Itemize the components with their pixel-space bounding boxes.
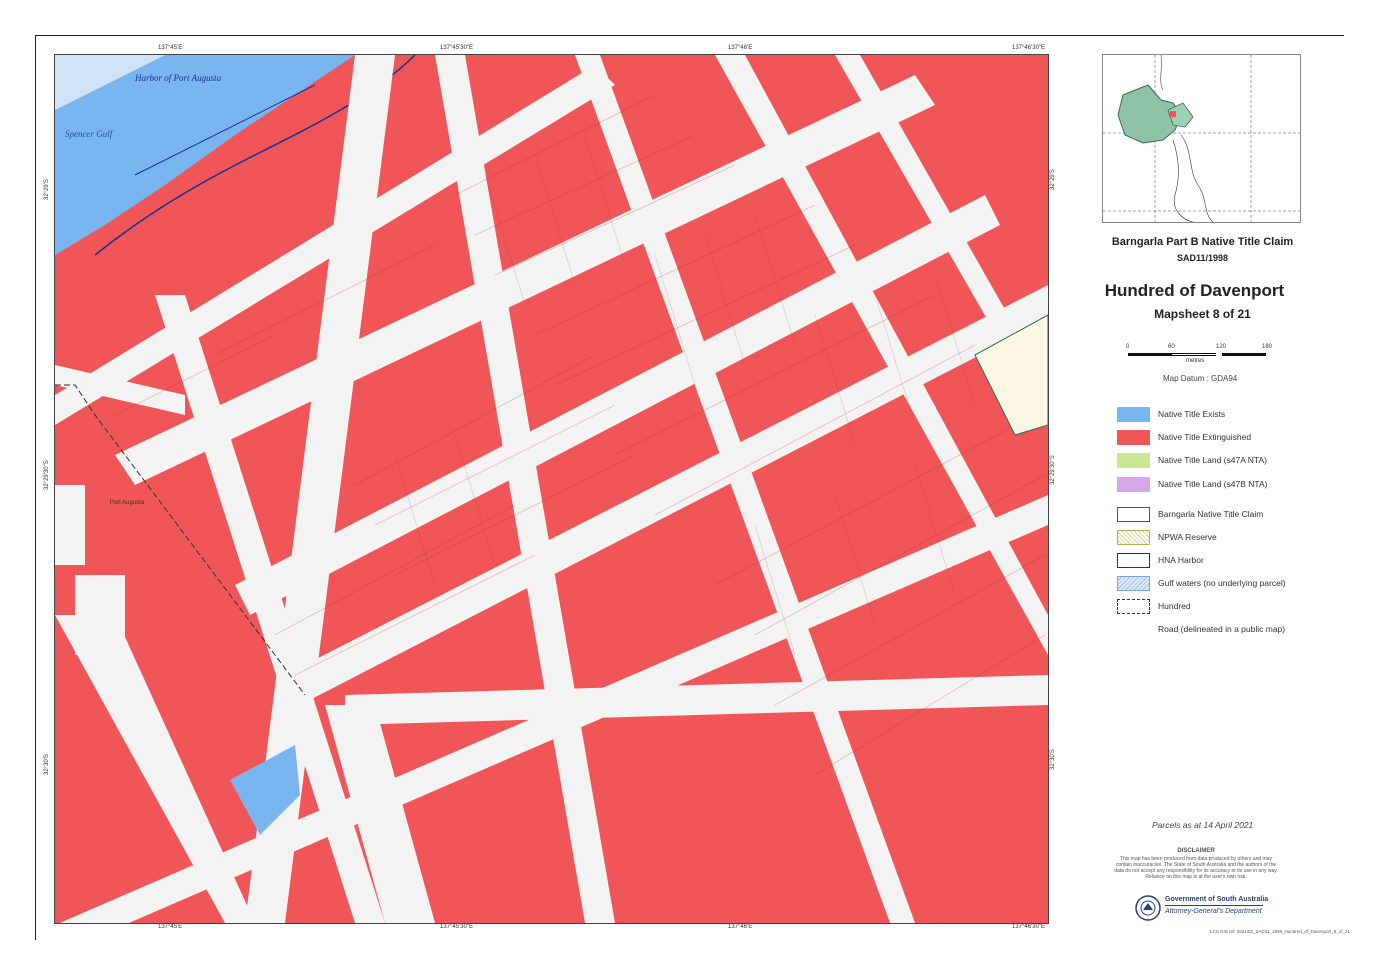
claim-title: Barngarla Part B Native Title Claim — [1111, 236, 1294, 248]
legend-swatch-green — [1117, 453, 1150, 468]
map-datum: Map Datum : GDA94 — [1163, 374, 1238, 383]
scale-tick-0: 0 — [1126, 344, 1130, 350]
gulf-label: Spencer Gulf — [65, 129, 113, 139]
scale-tick-3: 180 — [1262, 344, 1273, 350]
legend-swatch-gulf — [1117, 576, 1150, 591]
legend-s47a-land: Native Title Land (s47A NTA) — [1117, 453, 1347, 469]
parcel-map[interactable]: Harbor of Port Augusta Spencer Gulf Port… — [54, 54, 1049, 924]
gov-divider — [1165, 905, 1263, 906]
top-coord-1: 137°45'E — [158, 45, 183, 51]
legend-label: Gulf waters (no underlying parcel) — [1158, 578, 1286, 588]
legend-hundred: Hundred — [1117, 599, 1347, 615]
legend-s47b-land: Native Title Land (s47B NTA) — [1117, 477, 1347, 493]
scale-tick-1: 60 — [1168, 344, 1175, 350]
legend-label: Native Title Land (s47A NTA) — [1158, 455, 1267, 465]
hundred-title: Hundred of Davenport — [1104, 281, 1285, 300]
legend-label: Native Title Land (s47B NTA) — [1158, 479, 1268, 489]
legend-label: Hundred — [1158, 601, 1191, 611]
legend-label: NPWA Reserve — [1158, 532, 1217, 542]
disclaimer-text: This map has been produced from data pro… — [1114, 856, 1278, 880]
legend-swatch-red — [1117, 430, 1150, 445]
left-coord-2: 32°29'30"S — [44, 460, 50, 490]
legend-swatch-hundred — [1117, 599, 1150, 614]
scale-unit: metres — [1186, 358, 1205, 364]
legend-npwa-reserve: NPWA Reserve — [1117, 530, 1347, 546]
bottom-coord-2: 137°45'30"E — [440, 924, 474, 930]
frame-left — [35, 35, 36, 940]
bottom-coord-4: 137°46'30"E — [1012, 924, 1046, 930]
locator-inset-map[interactable] — [1102, 54, 1301, 223]
legend-label: Native Title Extinguished — [1158, 432, 1252, 442]
top-coord-2: 137°45'30"E — [440, 45, 474, 51]
legend-swatch-npwa — [1117, 530, 1150, 545]
parcels-date: Parcels as at 14 April 2021 — [1152, 820, 1254, 830]
legend-swatch-purple — [1117, 477, 1150, 492]
gov-line-1: Government of South Australia — [1165, 896, 1269, 903]
harbor-label: Harbor of Port Augusta — [135, 73, 222, 83]
legend-road: Road (delineated in a public map) — [1117, 622, 1347, 638]
bottom-coord-3: 137°46'E — [728, 924, 753, 930]
file-reference: LCS GIS ref: 2021/02_SAD11_1998_Hundred_… — [1210, 929, 1351, 934]
right-coord-1: 32°29'S — [1050, 169, 1056, 190]
top-coord-4: 137°46'30"E — [1012, 45, 1046, 51]
legend-swatch-blue — [1117, 407, 1150, 422]
legend-native-title-extinguished: Native Title Extinguished — [1117, 430, 1347, 446]
scale-tick-2: 120 — [1216, 344, 1227, 350]
disclaimer-block: DISCLAIMER This map has been produced fr… — [1112, 848, 1280, 880]
government-logo: Government of South Australia Attorney-G… — [1135, 893, 1275, 925]
legend-swatch-claim-outline — [1117, 507, 1150, 522]
claim-number: SAD11/1998 — [1176, 253, 1229, 263]
disclaimer-title: DISCLAIMER — [1177, 848, 1215, 854]
scale-bar: 0 60 120 180 metres — [1126, 344, 1272, 364]
legend-native-title-exists: Native Title Exists — [1117, 407, 1347, 423]
legend-claim-boundary: Barngarla Native Title Claim — [1117, 507, 1347, 523]
legend-label: Road (delineated in a public map) — [1158, 624, 1286, 634]
top-coord-3: 137°46'E — [728, 45, 753, 51]
legend-label: Native Title Exists — [1158, 409, 1226, 419]
frame-top — [35, 35, 1344, 36]
legend-swatch-road — [1117, 622, 1150, 637]
legend-swatch-harbor — [1117, 553, 1150, 568]
gov-line-2: Attorney-General's Department — [1165, 908, 1262, 915]
bottom-coord-1: 137°45'E — [158, 924, 183, 930]
state-crest-icon — [1135, 895, 1161, 921]
legend-label: Barngarla Native Title Claim — [1158, 509, 1264, 519]
legend-label: HNA Harbor — [1158, 555, 1204, 565]
left-coord-1: 32°29'S — [44, 179, 50, 200]
left-coord-3: 32°30'S — [44, 754, 50, 775]
legend-hna-harbor: HNA Harbor — [1117, 553, 1347, 569]
port-label: Port Augusta — [109, 500, 145, 506]
mapsheet-label: Mapsheet 8 of 21 — [1154, 307, 1251, 321]
legend-gulf-waters: Gulf waters (no underlying parcel) — [1117, 576, 1347, 592]
right-coord-2: 32°29'30"S — [1050, 455, 1056, 485]
right-coord-3: 32°30'S — [1050, 749, 1056, 770]
